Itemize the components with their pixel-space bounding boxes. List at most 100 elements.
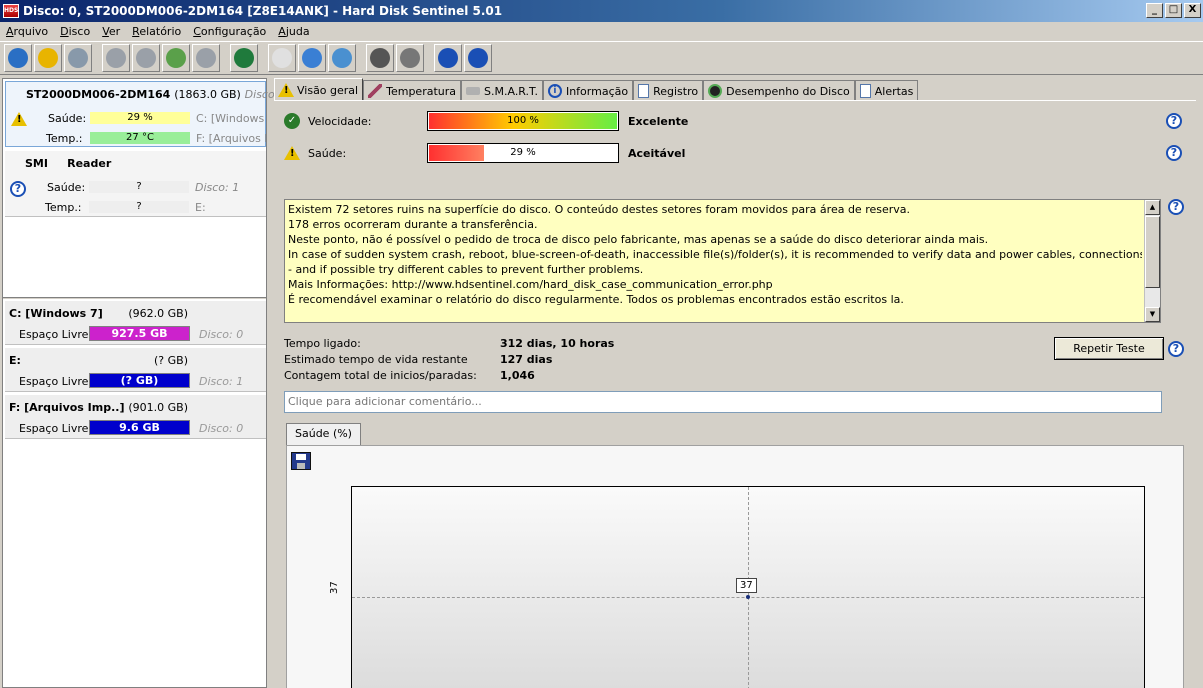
help-icon[interactable]: ? — [1166, 113, 1182, 129]
disk-volume-c: C: [Windows 7] — [196, 112, 266, 125]
menu-disco[interactable]: Disco — [54, 25, 96, 38]
volume-item-e[interactable]: E: (? GB) Espaço Livre (? GB) Disco: 1 — [5, 348, 266, 392]
tab-health-graph[interactable]: Saúde (%) — [286, 423, 361, 445]
warning-icon — [11, 112, 27, 126]
warning-button[interactable] — [34, 44, 62, 72]
menu-relatorio[interactable]: Relatório — [126, 25, 187, 38]
tab-alertas[interactable]: Alertas — [854, 80, 919, 101]
tab-bar: Visão geral Temperatura S.M.A.R.T. i Inf… — [274, 78, 919, 101]
disk-scan-icon — [136, 48, 156, 68]
scroll-thumb[interactable] — [1145, 216, 1160, 288]
minimize-button[interactable]: _ — [1146, 3, 1163, 18]
toolbar — [0, 41, 1203, 75]
disk-button[interactable] — [64, 44, 92, 72]
volume-item-f[interactable]: F: [Arquivos Imp..] (901.0 GB) Espaço Li… — [5, 395, 266, 439]
document-icon — [638, 84, 650, 98]
disk-test-icon — [196, 48, 216, 68]
speed-rating: Excelente — [628, 115, 689, 128]
globe-icon — [234, 48, 254, 68]
tab-smart[interactable]: S.M.A.R.T. — [461, 80, 543, 101]
disk-item-0[interactable]: ST2000DM006-2DM164 (1863.0 GB) Disco: 0 … — [5, 81, 289, 147]
info-icon — [468, 48, 488, 68]
help-icon[interactable]: ? — [1168, 341, 1184, 357]
refresh-button[interactable] — [4, 44, 32, 72]
gauge-icon — [708, 84, 723, 98]
tab-label: Temperatura — [386, 84, 457, 98]
retest-button[interactable]: Repetir Teste — [1054, 337, 1164, 360]
disk-check-button[interactable] — [162, 44, 190, 72]
disk-volume-f: F: [Arquivos Imp..] — [196, 132, 266, 145]
speed-label: Velocidade: — [308, 115, 372, 128]
save-icon[interactable] — [291, 452, 311, 470]
y-tick-label: 37 — [329, 581, 340, 594]
plot-area: 37 — [351, 486, 1145, 688]
volume-disk: Disco: 0 — [199, 328, 244, 341]
disk-icon — [68, 48, 88, 68]
power-on-value: 312 dias, 10 horas — [500, 337, 615, 350]
menu-ajuda[interactable]: Ajuda — [272, 25, 315, 38]
tab-label: Alertas — [874, 84, 914, 98]
globe-button[interactable] — [230, 44, 258, 72]
disk-icon — [466, 87, 481, 95]
disk-check-icon — [166, 48, 186, 68]
scroll-up-button[interactable]: ▲ — [1145, 200, 1160, 215]
health-label: Saúde: — [47, 181, 86, 194]
help-icon[interactable]: ? — [1168, 199, 1184, 215]
message-line: Existem 72 setores ruins na superfície d… — [288, 203, 911, 216]
lifetime-value: 127 dias — [500, 353, 553, 366]
message-line: É recomendável examinar o relatório do d… — [288, 293, 904, 306]
tab-temperatura[interactable]: Temperatura — [363, 80, 462, 101]
maximize-button[interactable]: □ — [1165, 3, 1182, 18]
close-button[interactable]: X — [1184, 3, 1201, 18]
message-line: Neste ponto, não é possível o pedido de … — [288, 233, 989, 246]
free-space-bar: 927.5 GB — [89, 326, 190, 341]
volume-disk: Disco: 0 — [199, 422, 244, 435]
comment-input[interactable]: Clique para adicionar comentário... — [284, 391, 1162, 413]
menu-ver[interactable]: Ver — [96, 25, 126, 38]
message-box[interactable]: ▲ ▼ Existem 72 setores ruins na superfíc… — [284, 199, 1161, 323]
disk-volume-e: E: — [195, 201, 206, 214]
network-button[interactable] — [328, 44, 356, 72]
tab-label: Informação — [565, 84, 629, 98]
report-icon — [272, 48, 292, 68]
menu-arquivo[interactable]: Arquivo — [0, 25, 54, 38]
report-refresh-icon — [302, 48, 322, 68]
volume-item-c[interactable]: C: [Windows 7] (962.0 GB) Espaço Livre 9… — [5, 301, 266, 345]
tab-desempenho[interactable]: Desempenho do Disco — [703, 80, 855, 101]
disk-item-1[interactable]: SMI Reader ? Saúde: ? Disco: 1 Temp.: ? … — [5, 151, 266, 217]
temp-label: Temp.: — [45, 201, 82, 214]
tab-visao-geral[interactable]: Visão geral — [274, 78, 364, 101]
settings-button[interactable] — [366, 44, 394, 72]
tab-label: Registro — [653, 84, 699, 98]
check-icon: ✓ — [284, 113, 300, 129]
tab-registro[interactable]: Registro — [633, 80, 704, 101]
sound-icon — [400, 48, 420, 68]
alert-doc-icon — [859, 84, 871, 98]
sound-button[interactable] — [396, 44, 424, 72]
health-bar: 29 % — [427, 143, 619, 163]
menu-configuracao[interactable]: Configuração — [187, 25, 272, 38]
message-line: - and if possible try different cables t… — [288, 263, 644, 276]
health-bar-fill — [429, 145, 484, 161]
help-button[interactable] — [434, 44, 462, 72]
scroll-down-button[interactable]: ▼ — [1145, 307, 1160, 322]
report-button[interactable] — [268, 44, 296, 72]
start-stop-value: 1,046 — [500, 369, 535, 382]
disk-name: ST2000DM006-2DM164 (1863.0 GB) Disco: 0 — [26, 88, 289, 101]
message-scrollbar[interactable]: ▲ ▼ — [1144, 200, 1160, 322]
free-space-label: Espaço Livre — [19, 375, 89, 388]
disk-tool-button[interactable] — [102, 44, 130, 72]
volume-size: (? GB) — [154, 354, 188, 367]
disk-scan-button[interactable] — [132, 44, 160, 72]
disk-test-button[interactable] — [192, 44, 220, 72]
disk-list-panel: ST2000DM006-2DM164 (1863.0 GB) Disco: 0 … — [2, 78, 289, 688]
info-button[interactable] — [464, 44, 492, 72]
settings-icon — [370, 48, 390, 68]
report-refresh-button[interactable] — [298, 44, 326, 72]
disk-tool-icon — [106, 48, 126, 68]
app-icon: HDS — [3, 4, 19, 18]
free-space-bar: (? GB) — [89, 373, 190, 388]
tab-informacao[interactable]: i Informação — [542, 80, 634, 101]
title-bar: HDS Disco: 0, ST2000DM006-2DM164 [Z8E14A… — [0, 0, 1203, 22]
help-icon[interactable]: ? — [1166, 145, 1182, 161]
